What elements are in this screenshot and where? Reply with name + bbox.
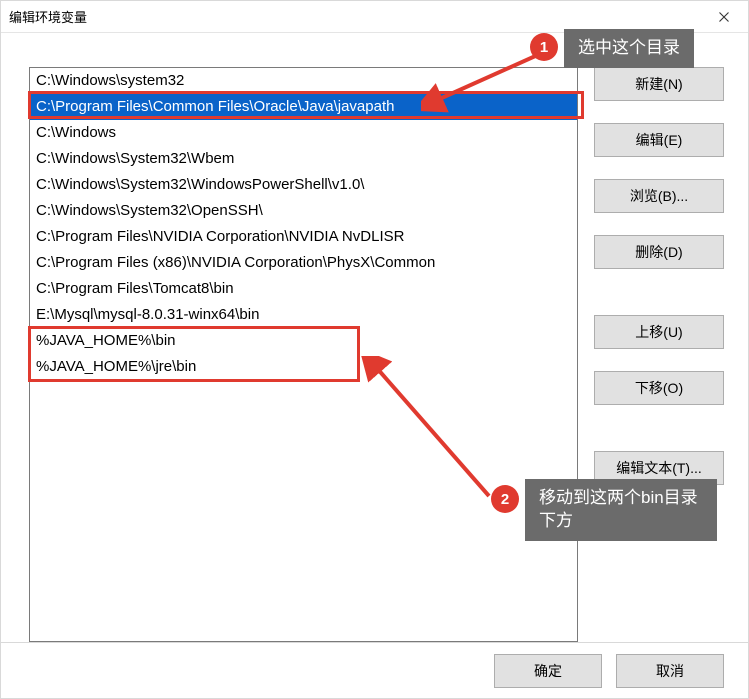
path-row[interactable]: %JAVA_HOME%\bin (30, 328, 577, 354)
dialog-footer: 确定 取消 (1, 642, 748, 698)
path-row[interactable]: C:\Program Files\NVIDIA Corporation\NVID… (30, 224, 577, 250)
move-up-button[interactable]: 上移(U) (594, 315, 724, 349)
edit-text-button[interactable]: 编辑文本(T)... (594, 451, 724, 485)
ok-button[interactable]: 确定 (494, 654, 602, 688)
browse-button[interactable]: 浏览(B)... (594, 179, 724, 213)
path-row[interactable]: C:\Windows (30, 120, 577, 146)
content-area: C:\Windows\system32C:\Program Files\Comm… (1, 33, 748, 642)
path-row[interactable]: E:\Mysql\mysql-8.0.31-winx64\bin (30, 302, 577, 328)
window-title: 编辑环境变量 (9, 7, 706, 26)
path-row[interactable]: C:\Program Files (x86)\NVIDIA Corporatio… (30, 250, 577, 276)
side-buttons: 新建(N) 编辑(E) 浏览(B)... 删除(D) 上移(U) 下移(O) 编… (594, 67, 724, 642)
path-row[interactable]: C:\Windows\System32\OpenSSH\ (30, 198, 577, 224)
new-button[interactable]: 新建(N) (594, 67, 724, 101)
path-listbox[interactable]: C:\Windows\system32C:\Program Files\Comm… (29, 67, 578, 642)
path-row[interactable]: C:\Windows\System32\Wbem (30, 146, 577, 172)
path-row[interactable]: C:\Program Files\Tomcat8\bin (30, 276, 577, 302)
path-row[interactable]: C:\Windows\system32 (30, 68, 577, 94)
path-row[interactable]: C:\Program Files\Common Files\Oracle\Jav… (30, 94, 577, 120)
edit-button[interactable]: 编辑(E) (594, 123, 724, 157)
close-icon (719, 12, 729, 22)
path-row[interactable]: C:\Windows\System32\WindowsPowerShell\v1… (30, 172, 577, 198)
delete-button[interactable]: 删除(D) (594, 235, 724, 269)
move-down-button[interactable]: 下移(O) (594, 371, 724, 405)
titlebar: 编辑环境变量 (1, 1, 748, 33)
close-button[interactable] (706, 3, 742, 31)
path-row[interactable]: %JAVA_HOME%\jre\bin (30, 354, 577, 380)
cancel-button[interactable]: 取消 (616, 654, 724, 688)
